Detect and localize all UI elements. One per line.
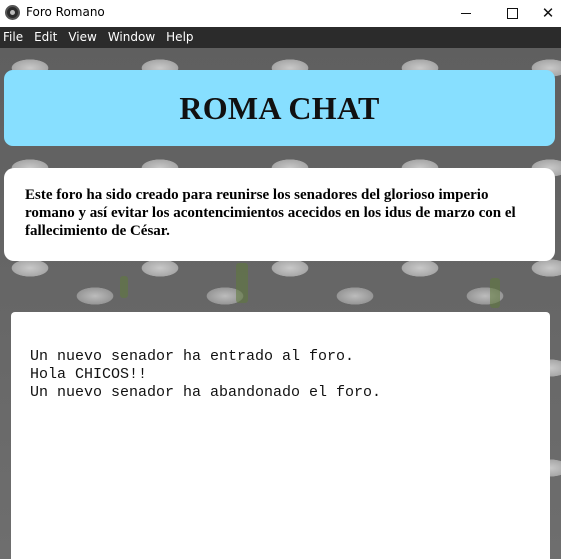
minimize-icon: [461, 13, 471, 14]
maximize-button[interactable]: [489, 0, 535, 27]
close-icon: ✕: [541, 4, 555, 22]
app-window: Foro Romano ✕ File Edit View Window Help…: [0, 0, 561, 559]
menu-view[interactable]: View: [66, 27, 105, 48]
menu-edit[interactable]: Edit: [32, 27, 66, 48]
intro-text: Este foro ha sido creado para reunirse l…: [25, 187, 516, 239]
page-title: ROMA CHAT: [179, 89, 380, 126]
intro-panel: Este foro ha sido creado para reunirse l…: [4, 168, 555, 261]
background-decoration: [490, 278, 500, 308]
menu-bar: File Edit View Window Help: [0, 27, 561, 48]
chat-message: Hola CHICOS!!: [30, 366, 148, 383]
minimize-button[interactable]: [443, 0, 489, 27]
background-decoration: [236, 263, 248, 303]
chat-message: Un nuevo senador ha entrado al foro.: [30, 348, 355, 365]
title-bar[interactable]: Foro Romano ✕: [0, 0, 561, 27]
background-decoration: [120, 276, 128, 298]
menu-help[interactable]: Help: [164, 27, 202, 48]
page-header: ROMA CHAT: [4, 70, 555, 146]
app-logo-icon: [5, 5, 20, 20]
cobblestone-background: ROMA CHAT Este foro ha sido creado para …: [0, 48, 561, 559]
menu-file[interactable]: File: [0, 27, 32, 48]
chat-message: Un nuevo senador ha abandonado el foro.: [30, 384, 382, 401]
menu-window[interactable]: Window: [106, 27, 164, 48]
chat-log[interactable]: Un nuevo senador ha entrado al foro. Hol…: [11, 312, 550, 559]
maximize-icon: [506, 8, 518, 19]
window-title: Foro Romano: [26, 5, 105, 19]
close-button[interactable]: ✕: [535, 0, 561, 27]
